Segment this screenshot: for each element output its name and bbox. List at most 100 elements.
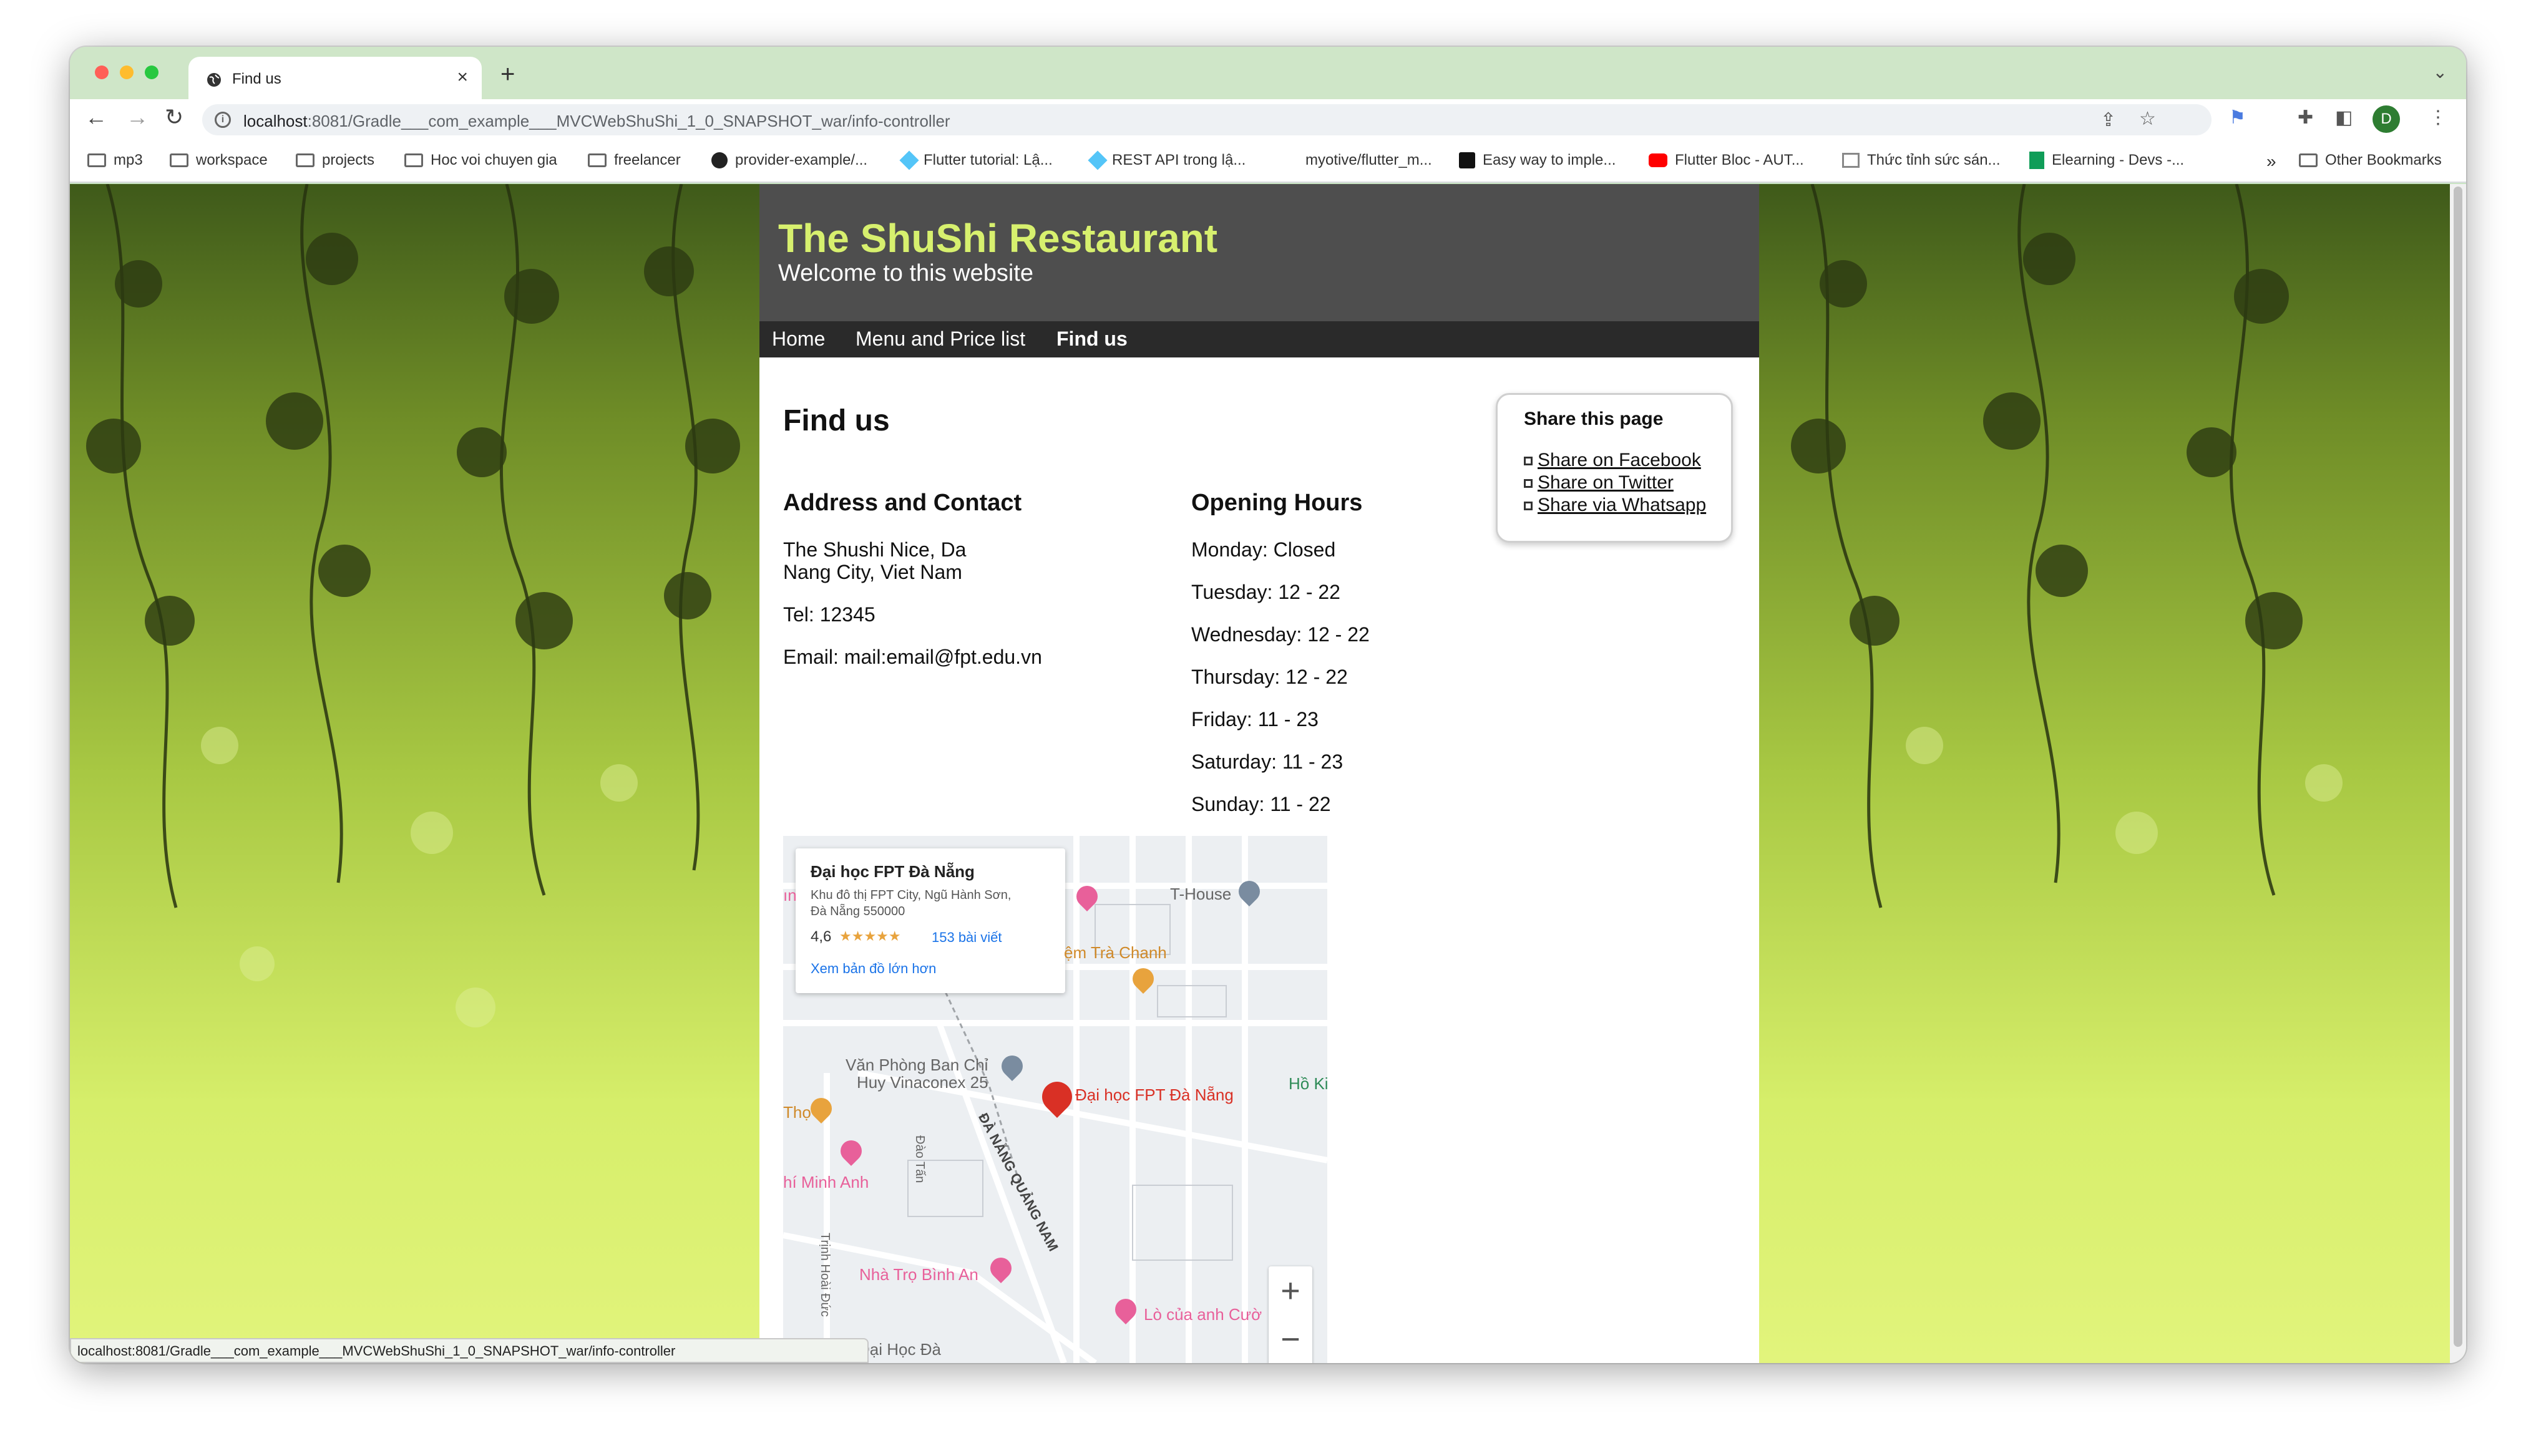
- bookmark-thuc-tinh[interactable]: Thức tỉnh sức sán...: [1842, 152, 2001, 169]
- sheet-icon: [2029, 152, 2044, 169]
- nav-home[interactable]: Home: [772, 328, 825, 351]
- map-label-van-phong-2: Huy Vinaconex 25: [857, 1073, 988, 1092]
- flutter-icon: [899, 150, 919, 170]
- site-header: The ShuShi Restaurant Welcome to this we…: [759, 184, 1759, 321]
- tab-search-icon[interactable]: ⌄: [2433, 62, 2447, 82]
- bookmark-folder-freelancer[interactable]: freelancer: [588, 152, 681, 169]
- close-window-button[interactable]: [95, 66, 109, 79]
- embedded-map[interactable]: Đại học FPT Đà Nẵng Khu đô thị FPT City,…: [783, 836, 1327, 1363]
- page-viewport: The ShuShi Restaurant Welcome to this we…: [70, 184, 2450, 1363]
- bookmark-folder-projects[interactable]: projects: [296, 152, 374, 169]
- other-bookmarks[interactable]: Other Bookmarks: [2299, 152, 2442, 169]
- profile-avatar[interactable]: D: [2373, 105, 2400, 133]
- bookmark-folder-hoc-voi-chuyen-gia[interactable]: Hoc voi chuyen gia: [404, 152, 557, 169]
- address-line-2: Nang City, Viet Nam: [783, 561, 962, 583]
- github-icon: [711, 152, 728, 168]
- zoom-in-button[interactable]: +: [1269, 1271, 1312, 1310]
- twitter-icon: [1524, 479, 1533, 488]
- flutter-icon: [1088, 150, 1108, 170]
- back-icon[interactable]: ←: [85, 104, 107, 130]
- address-bar[interactable]: i localhost:8081/Gradle___com_example___…: [202, 104, 2212, 135]
- vine-background-left: [86, 184, 740, 1027]
- nav-menu-price-list[interactable]: Menu and Price list: [856, 328, 1025, 351]
- facebook-icon: [1524, 457, 1533, 466]
- map-card-address-2: Đà Nẵng 550000: [811, 905, 905, 918]
- bookmark-folder-mp3[interactable]: mp3: [87, 152, 143, 169]
- bookmark-star-icon[interactable]: ☆: [2139, 108, 2156, 130]
- page-title: Find us: [783, 404, 890, 437]
- map-label-trinh-hoai-duc: Trịnh Hoài Đức: [818, 1233, 832, 1317]
- bookmark-provider-example[interactable]: provider-example/...: [711, 152, 867, 169]
- map-card-reviews-link[interactable]: 153 bài viết: [932, 929, 1002, 946]
- folder-icon: [87, 153, 106, 167]
- translate-icon[interactable]: ⚑: [2229, 107, 2246, 129]
- address-heading: Address and Contact: [783, 490, 1022, 516]
- nav-find-us[interactable]: Find us: [1056, 328, 1128, 351]
- share-facebook-link[interactable]: Share on Facebook: [1524, 450, 1701, 471]
- map-label-t-house: T-House: [1170, 885, 1232, 903]
- address-line-1: The Shushi Nice, Da: [783, 538, 967, 561]
- zoom-out-button[interactable]: −: [1269, 1320, 1312, 1359]
- bookmark-flutter-bloc[interactable]: Flutter Bloc - AUT...: [1649, 152, 1804, 169]
- page-container: The ShuShi Restaurant Welcome to this we…: [759, 184, 1759, 1363]
- minimize-window-button[interactable]: [120, 66, 134, 79]
- close-tab-icon[interactable]: ×: [457, 67, 468, 88]
- map-info-card: Đại học FPT Đà Nẵng Khu đô thị FPT City,…: [796, 848, 1065, 993]
- folder-icon: [170, 153, 188, 167]
- tab-bar: Find us × + ⌄: [70, 47, 2466, 99]
- folder-icon: [2299, 153, 2318, 167]
- bookmark-easy-way[interactable]: Easy way to imple...: [1459, 152, 1616, 169]
- hours-sunday: Sunday: 11 - 22: [1191, 793, 1331, 815]
- bookmark-folder-workspace[interactable]: workspace: [170, 152, 268, 169]
- new-tab-icon[interactable]: +: [500, 61, 515, 89]
- folder-icon: [296, 153, 315, 167]
- youtube-icon: [1649, 153, 1667, 167]
- share-box: Share this page Share on Facebook Share …: [1496, 393, 1733, 543]
- browser-window: Find us × + ⌄ ← → ↻ i localhost:8081/Gra…: [70, 47, 2466, 1363]
- map-view-larger-link[interactable]: Xem bản đồ lớn hơn: [811, 961, 936, 977]
- map-zoom-controls: + −: [1269, 1266, 1312, 1363]
- globe-icon: [207, 73, 221, 87]
- map-label-tra-chanh: ệm Trà Chanh: [1064, 943, 1167, 962]
- email: Email: mail:email@fpt.edu.vn: [783, 646, 1042, 668]
- map-label-in: ın: [783, 886, 797, 905]
- hours-thursday: Thursday: 12 - 22: [1191, 666, 1348, 688]
- scrollbar-thumb[interactable]: [2454, 187, 2462, 1347]
- maximize-window-button[interactable]: [145, 66, 158, 79]
- bookmarks-overflow-button[interactable]: »: [2266, 152, 2276, 172]
- bookmark-flutter-tutorial[interactable]: Flutter tutorial: Lậ...: [899, 150, 1053, 170]
- hours-monday: Monday: Closed: [1191, 538, 1336, 561]
- share-whatsapp-link[interactable]: Share via Whatsapp: [1524, 495, 1706, 516]
- map-label-tho: Thọ: [783, 1103, 811, 1122]
- folder-icon: [404, 153, 423, 167]
- share-twitter-link[interactable]: Share on Twitter: [1524, 472, 1674, 493]
- map-label-van-phong-1: Văn Phòng Ban Chỉ: [846, 1056, 988, 1074]
- share-title: Share this page: [1524, 409, 1664, 429]
- side-panel-icon[interactable]: ◧: [2335, 107, 2353, 129]
- extensions-icon[interactable]: ✚: [2298, 107, 2313, 129]
- share-icon[interactable]: ⇪: [2100, 109, 2116, 131]
- site-info-icon[interactable]: i: [215, 112, 231, 128]
- hours-wednesday: Wednesday: 12 - 22: [1191, 623, 1370, 646]
- medium-icon: [1459, 152, 1475, 168]
- folder-icon: [588, 153, 607, 167]
- bookmark-myotive-flutter[interactable]: myotive/flutter_m...: [1305, 152, 1432, 169]
- bookmarks-bar: mp3 workspace projects Hoc voi chuyen gi…: [70, 139, 2466, 183]
- map-label-dao-tan: Đào Tấn: [913, 1135, 927, 1183]
- bookmark-rest-api[interactable]: REST API trong lậ...: [1088, 150, 1246, 170]
- address-url[interactable]: localhost:8081/Gradle___com_example___MV…: [243, 112, 950, 131]
- bookmark-elearning[interactable]: Elearning - Devs -...: [2029, 152, 2184, 169]
- hours-saturday: Saturday: 11 - 23: [1191, 750, 1344, 773]
- reload-icon[interactable]: ↻: [165, 104, 183, 130]
- site-subtitle: Welcome to this website: [778, 260, 1034, 286]
- tab-find-us[interactable]: Find us ×: [188, 57, 482, 99]
- map-label-dai-hoc-da: Đại Học Đà: [858, 1340, 941, 1359]
- forward-icon[interactable]: →: [126, 104, 149, 130]
- hours-friday: Friday: 11 - 23: [1191, 708, 1319, 730]
- rating-stars-icon: ★★★★★: [839, 928, 901, 944]
- toolbar: ← → ↻ i localhost:8081/Gradle___com_exam…: [70, 99, 2466, 139]
- more-menu-icon[interactable]: ⋮: [2429, 107, 2447, 129]
- map-card-address-1: Khu đô thị FPT City, Ngũ Hành Sơn,: [811, 888, 1012, 902]
- status-bar: localhost:8081/Gradle___com_example___MV…: [70, 1338, 869, 1363]
- page-scrollbar[interactable]: [2450, 184, 2466, 1363]
